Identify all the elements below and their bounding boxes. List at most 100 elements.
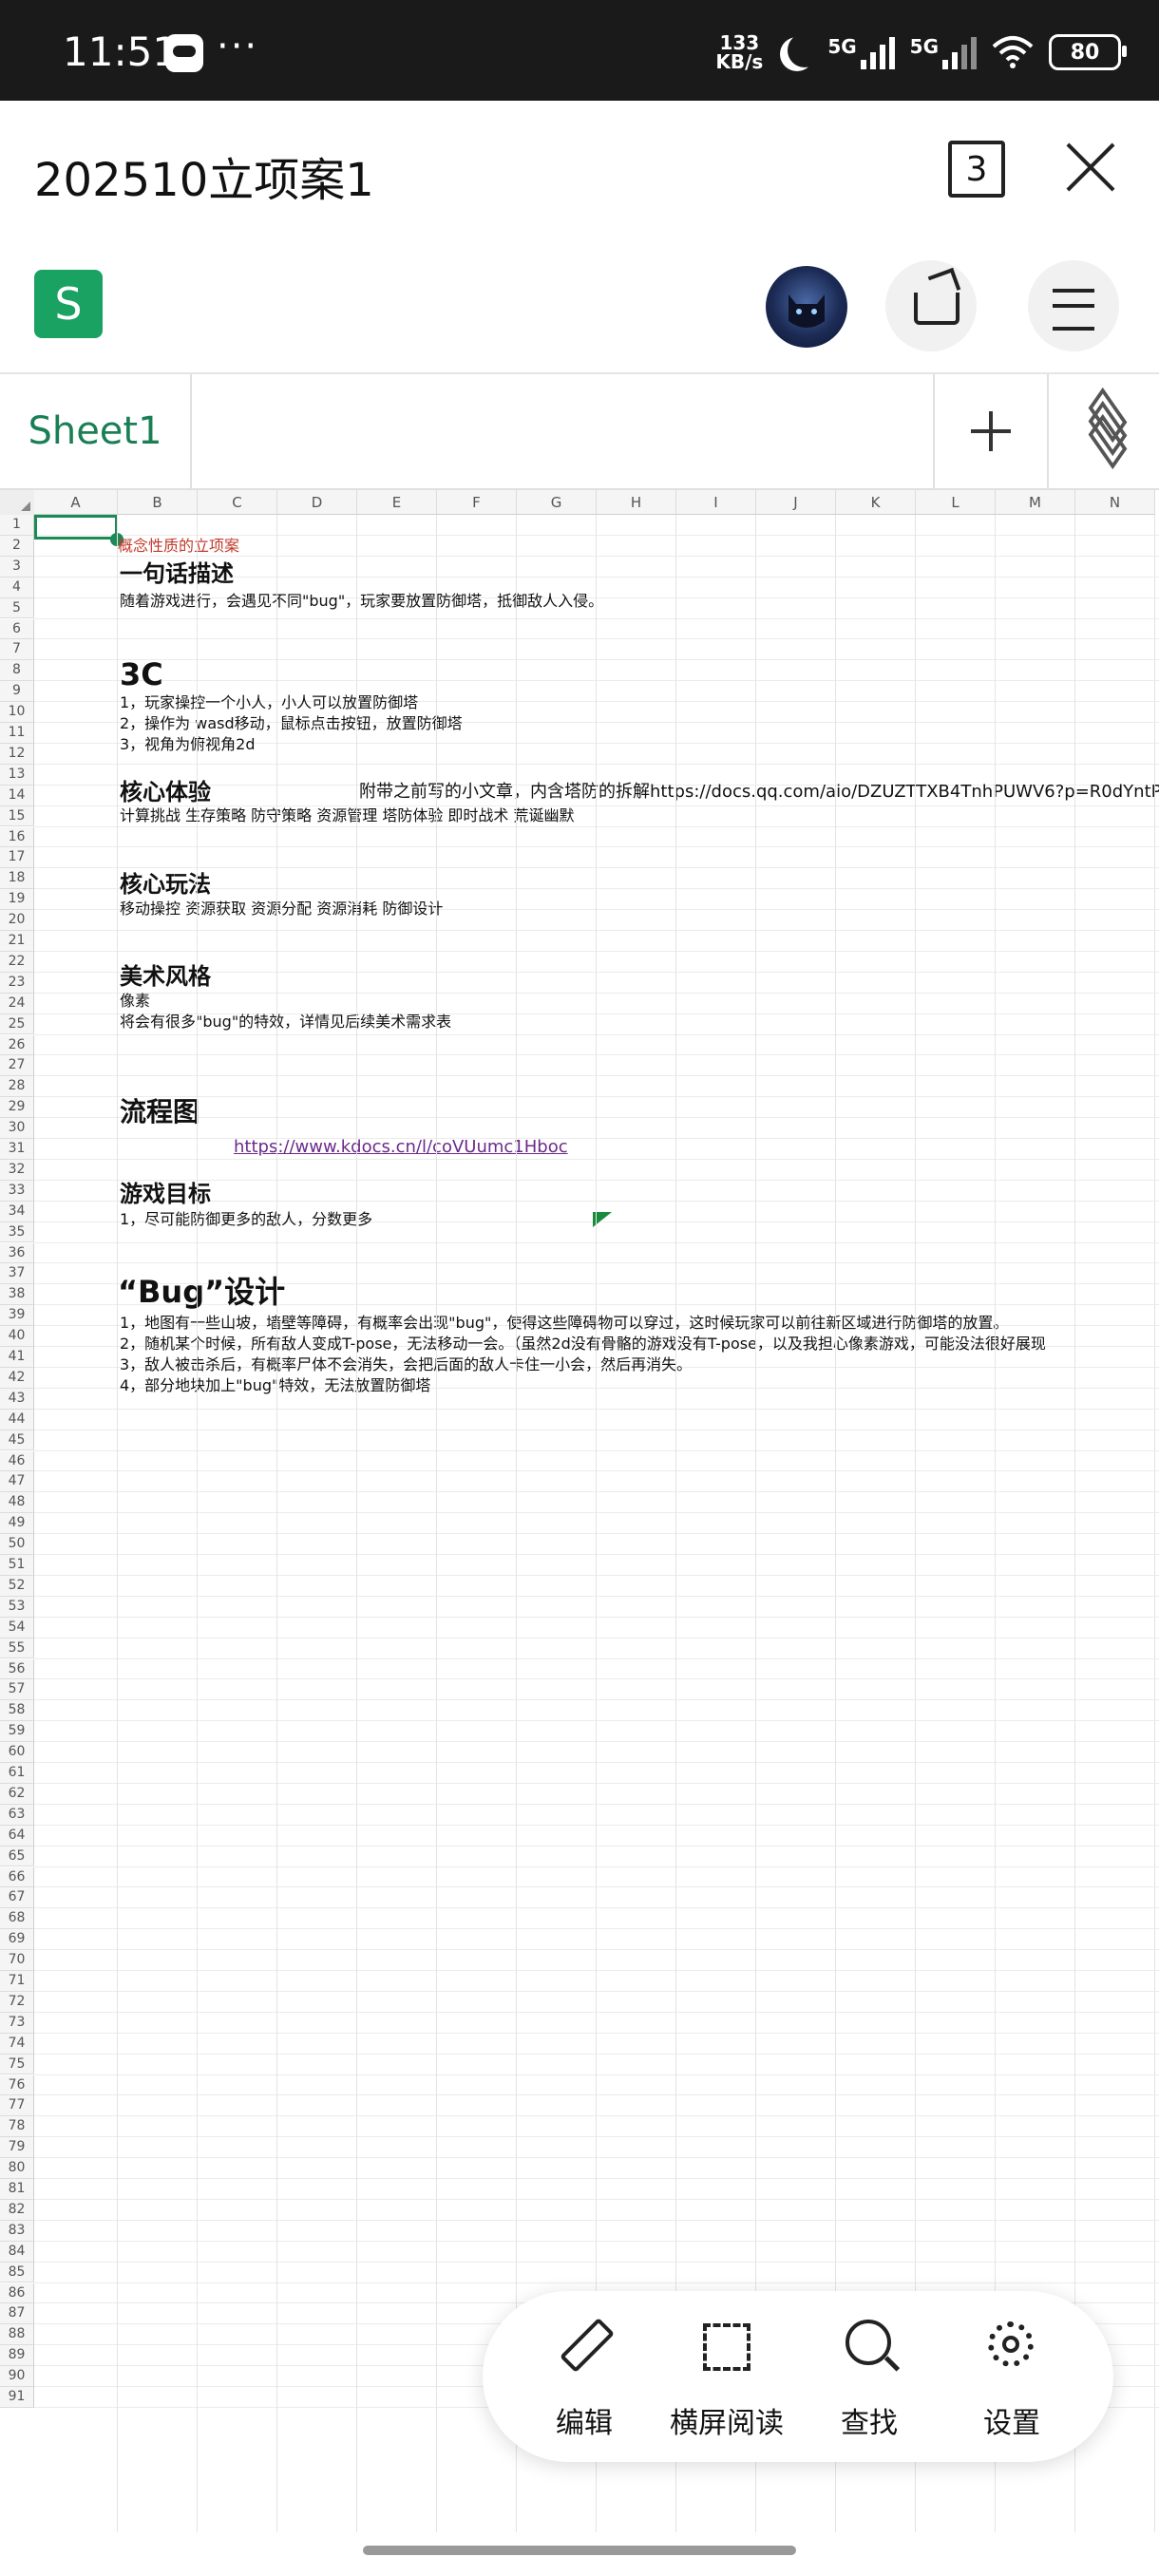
row-header[interactable]: 61 [0,1763,34,1784]
row-header[interactable]: 82 [0,2199,34,2221]
row-header[interactable]: 11 [0,723,34,744]
add-sheet-button[interactable] [933,374,1047,488]
row-header[interactable]: 39 [0,1305,34,1327]
column-header-b[interactable]: B [118,490,198,515]
row-header[interactable]: 65 [0,1846,34,1867]
cell-b22[interactable]: 将会有很多"bug"的特效，详情见后续美术需求表 [120,1014,451,1030]
row-header[interactable]: 23 [0,972,34,994]
row-header[interactable]: 44 [0,1409,34,1430]
row-header[interactable]: 3 [0,556,34,578]
row-header[interactable]: 33 [0,1180,34,1202]
column-header-h[interactable]: H [597,490,676,515]
row-header[interactable]: 1 [0,515,34,536]
row-header[interactable]: 59 [0,1721,34,1743]
menu-button[interactable] [1028,260,1119,351]
row-header[interactable]: 70 [0,1950,34,1971]
row-header[interactable]: 71 [0,1971,34,1992]
row-header[interactable]: 67 [0,1887,34,1909]
row-header[interactable]: 51 [0,1555,34,1576]
row-header[interactable]: 9 [0,681,34,703]
cell-b36[interactable]: 3，敌人被击杀后，有概率尸体不会消失，会把后面的敌人卡住一小会，然后再消失。 [120,1357,692,1373]
row-header[interactable]: 54 [0,1617,34,1638]
row-header[interactable]: 64 [0,1825,34,1847]
row-header[interactable]: 83 [0,2220,34,2242]
row-header[interactable]: 74 [0,2033,34,2055]
row-header[interactable]: 29 [0,1097,34,1119]
layers-icon[interactable] [1047,374,1159,488]
landscape-read-button[interactable]: 横屏阅读 [665,2320,788,2443]
row-header[interactable]: 78 [0,2116,34,2138]
row-header[interactable]: 38 [0,1284,34,1306]
selected-cell-a1[interactable] [34,515,118,540]
column-header-l[interactable]: L [916,490,996,515]
row-header[interactable]: 49 [0,1513,34,1535]
row-header[interactable]: 43 [0,1388,34,1410]
row-header[interactable]: 28 [0,1076,34,1098]
row-header[interactable]: 81 [0,2179,34,2200]
row-header[interactable]: 16 [0,826,34,848]
row-header[interactable]: 10 [0,702,34,723]
cell-b2[interactable]: 概念性质的立项案 [118,539,239,554]
row-header[interactable]: 31 [0,1139,34,1160]
row-header[interactable]: 37 [0,1263,34,1285]
cell-b21[interactable]: 像素 [120,994,150,1009]
row-header[interactable]: 57 [0,1679,34,1701]
column-header-j[interactable]: J [756,490,836,515]
row-header[interactable]: 34 [0,1201,34,1222]
sheet-tab-active[interactable]: Sheet1 [0,374,192,488]
row-header[interactable]: 20 [0,910,34,931]
select-all-corner[interactable] [0,490,35,516]
row-header[interactable]: 27 [0,1055,34,1077]
row-header[interactable]: 30 [0,1118,34,1139]
row-header[interactable]: 7 [0,639,34,661]
row-header[interactable]: 8 [0,660,34,682]
column-header-e[interactable]: E [357,490,437,515]
find-button[interactable]: 查找 [808,2320,931,2443]
row-header[interactable]: 26 [0,1034,34,1056]
spreadsheet-grid[interactable]: 概念性质的立项案 一句话描述 随着游戏进行，会遇见不同"bug"，玩家要放置防御… [0,490,1159,2532]
row-header[interactable]: 4 [0,577,34,598]
home-indicator[interactable] [363,2546,796,2555]
cell-b13[interactable]: 计算挑战 生存策略 防守策略 资源管理 塔防体验 即时战术 荒诞幽默 [120,808,575,824]
row-header[interactable]: 40 [0,1326,34,1347]
column-header-k[interactable]: K [836,490,916,515]
cell-b34[interactable]: 1，地图有一些山坡，墙壁等障碍，有概率会出现"bug"，使得这些障碍物可以穿过，… [120,1316,1008,1331]
row-header[interactable]: 68 [0,1908,34,1930]
row-header[interactable]: 76 [0,2074,34,2096]
row-header[interactable]: 24 [0,993,34,1014]
cell-b33[interactable]: “Bug”设计 [118,1277,285,1307]
row-header[interactable]: 73 [0,2012,34,2034]
row-header[interactable]: 19 [0,889,34,911]
row-header[interactable]: 41 [0,1347,34,1368]
row-header[interactable]: 79 [0,2137,34,2159]
row-header[interactable]: 87 [0,2303,34,2325]
cell-b10[interactable]: 3，视角为俯视角2d [120,737,256,752]
row-header[interactable]: 89 [0,2345,34,2367]
share-button[interactable] [885,260,977,351]
row-header[interactable]: 14 [0,785,34,806]
row-header[interactable]: 17 [0,847,34,869]
column-header-a[interactable]: A [34,490,118,515]
column-header-d[interactable]: D [277,490,357,515]
row-header[interactable]: 72 [0,1991,34,2013]
row-header[interactable]: 42 [0,1367,34,1389]
row-header[interactable]: 84 [0,2241,34,2263]
row-header[interactable]: 63 [0,1804,34,1826]
row-header[interactable]: 75 [0,2054,34,2075]
row-header[interactable]: 86 [0,2282,34,2304]
row-header[interactable]: 18 [0,868,34,890]
row-header[interactable]: 48 [0,1492,34,1514]
edit-button[interactable]: 编辑 [522,2318,646,2443]
row-header[interactable]: 66 [0,1866,34,1888]
row-header[interactable]: 88 [0,2324,34,2346]
cell-b8[interactable]: 1，玩家操控一个小人，小人可以放置防御塔 [120,695,418,710]
row-header[interactable]: 55 [0,1638,34,1659]
cell-b30[interactable]: 1，尽可能防御更多的敌人，分数更多 [120,1212,372,1227]
row-header[interactable]: 5 [0,597,34,619]
cell-b7[interactable]: 3C [120,659,163,690]
cell-b17[interactable]: 移动操控 资源获取 资源分配 资源消耗 防御设计 [120,901,443,917]
row-header[interactable]: 6 [0,618,34,640]
row-header[interactable]: 47 [0,1471,34,1493]
cell-b3[interactable]: 一句话描述 [120,562,234,585]
row-header[interactable]: 46 [0,1450,34,1472]
